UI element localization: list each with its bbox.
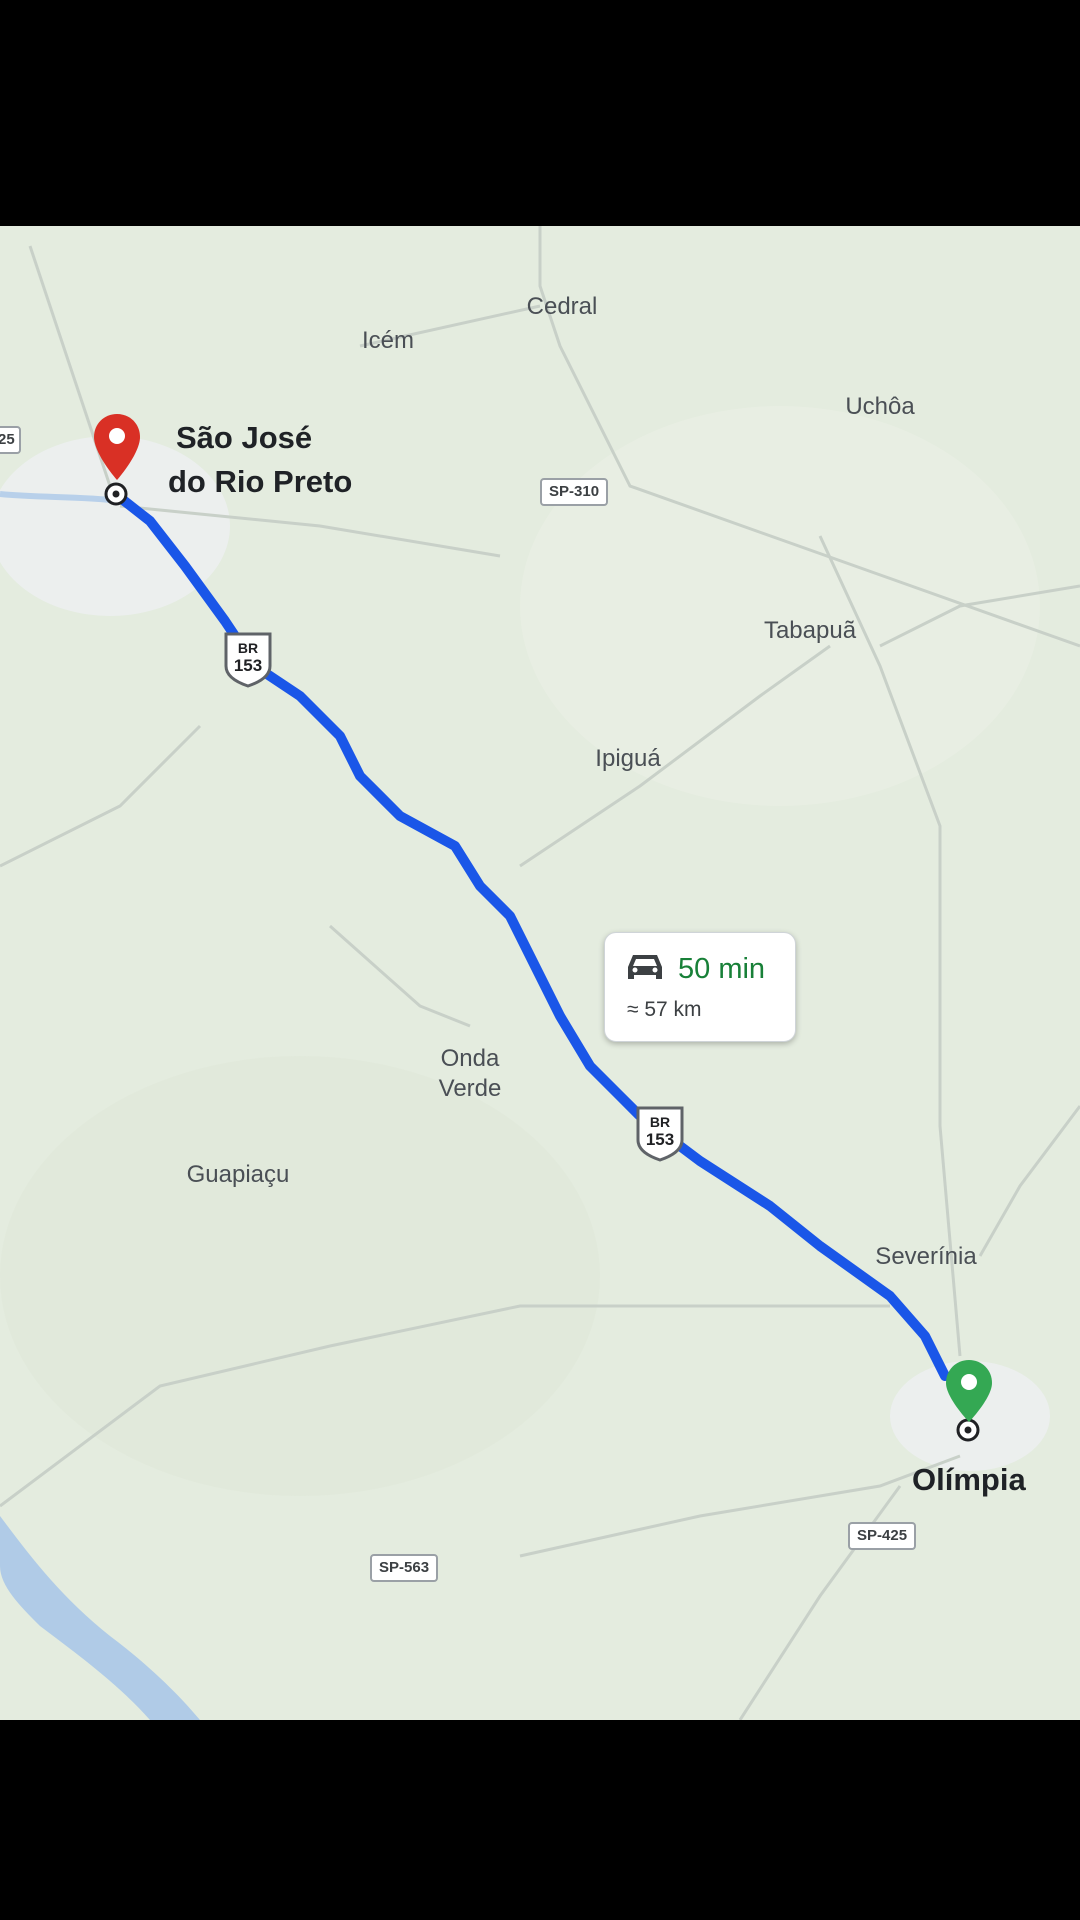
road-shield-edge-left: 25 <box>0 426 21 454</box>
road-shield-sp310: SP-310 <box>540 478 609 506</box>
br-153-shield-north: BR 153 <box>222 630 274 688</box>
place-label-icem: Icém <box>361 327 415 354</box>
br-153-shield-south: BR 153 <box>634 1104 686 1162</box>
place-label-uchoa: Uchôa <box>845 393 915 420</box>
place-label-ipigua: Ipiguá <box>595 745 661 772</box>
place-label-onda-verde-line2: Verde <box>438 1075 502 1102</box>
origin-label: São José do Rio Preto <box>168 416 352 504</box>
screen: São José do Rio Preto Olímpia Cedral Icé… <box>0 0 1080 1920</box>
place-label-guapiacu: Guapiaçu <box>186 1161 290 1188</box>
place-label-tabapua: Tabapuã <box>763 617 857 644</box>
origin-label-line1: São José <box>176 420 313 455</box>
br-shield-number: 153 <box>233 656 263 675</box>
map-view[interactable]: São José do Rio Preto Olímpia Cedral Icé… <box>0 226 1080 1720</box>
road-shield-sp563: SP-563 <box>370 1554 439 1582</box>
place-label-onda-verde-line1: Onda <box>440 1045 500 1072</box>
destination-label: Olímpia <box>912 1462 1026 1497</box>
br-shield-prefix: BR <box>649 1114 671 1130</box>
route-info-card[interactable]: 50 min ≈ 57 km <box>604 932 796 1042</box>
car-icon <box>628 955 662 979</box>
road-shield-sp425: SP-425 <box>848 1522 917 1550</box>
place-label-cedral: Cedral <box>526 293 598 320</box>
origin-label-line2: do Rio Preto <box>168 464 353 499</box>
br-shield-prefix: BR <box>237 640 259 656</box>
red-location-pin-icon[interactable] <box>92 412 142 482</box>
route-duration: 50 min <box>678 953 766 985</box>
green-location-pin-icon[interactable] <box>944 1358 994 1424</box>
place-label-severinia: Severínia <box>875 1243 977 1270</box>
place-label-onda-verde: Onda Verde <box>439 1044 502 1104</box>
route-distance: ≈ 57 km <box>627 998 702 1021</box>
br-shield-number: 153 <box>645 1130 675 1149</box>
